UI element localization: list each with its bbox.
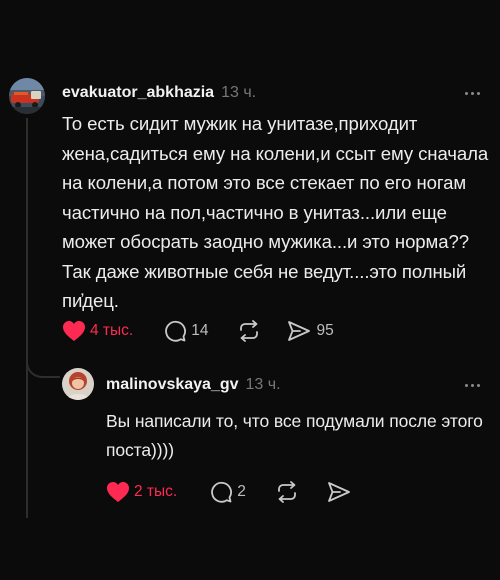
reply-like-count: 2 тыс.: [134, 483, 178, 500]
reply-time: 13 ч.: [245, 376, 281, 393]
share-button[interactable]: 95: [286, 318, 334, 344]
post-text: То есть сидит мужик на унитазе,приходит …: [62, 113, 489, 311]
post-time: 13 ч.: [221, 84, 257, 101]
post-username[interactable]: evakuator_abkhazia: [62, 84, 214, 102]
heart-filled-icon: [107, 482, 129, 502]
more-icon[interactable]: [465, 92, 480, 95]
thread-line: [26, 118, 28, 518]
reply-comment-button[interactable]: 2: [209, 479, 246, 505]
comment-icon: [165, 320, 187, 342]
post-actions: 4 тыс. 14 95: [62, 318, 334, 344]
reply-connector: [26, 350, 60, 378]
post-avatar[interactable]: [9, 78, 45, 114]
send-icon: [288, 321, 311, 341]
more-icon[interactable]: [465, 384, 480, 387]
comment-count: 14: [191, 322, 209, 339]
reply-repost-button[interactable]: [274, 479, 300, 505]
reply-header: malinovskaya_gv 13 ч.: [106, 376, 281, 394]
reply-share-button[interactable]: [326, 479, 352, 505]
reply-actions: 2 тыс. 2: [106, 479, 352, 505]
post-header: evakuator_abkhazia 13 ч.: [62, 84, 256, 102]
thread-view: evakuator_abkhazia 13 ч. То есть сидит м…: [0, 0, 500, 580]
comment-button[interactable]: 14: [163, 318, 208, 344]
reply-comment-count: 2: [237, 483, 246, 500]
share-count: 95: [316, 322, 334, 339]
repost-icon: [277, 481, 296, 503]
reply-avatar[interactable]: [62, 368, 94, 400]
heart-filled-icon: [63, 321, 85, 341]
repost-icon: [240, 320, 259, 342]
reply-text: Вы написали то, что все подумали после э…: [106, 411, 483, 460]
like-button[interactable]: 4 тыс.: [62, 318, 133, 344]
comment-icon: [211, 481, 233, 503]
repost-button[interactable]: [236, 318, 262, 344]
like-count: 4 тыс.: [90, 322, 134, 339]
send-icon: [327, 482, 350, 502]
reply-like-button[interactable]: 2 тыс.: [106, 479, 177, 505]
reply-username[interactable]: malinovskaya_gv: [106, 376, 239, 394]
